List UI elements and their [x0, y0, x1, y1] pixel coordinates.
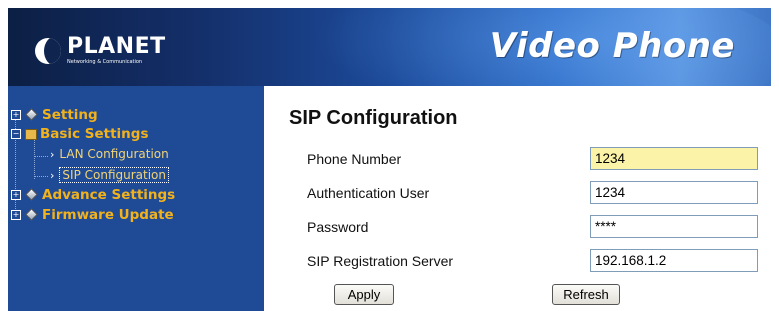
logo-text: PLANET Networking & Communication — [67, 36, 166, 65]
diamond-icon — [25, 209, 39, 221]
sidebar-subitem-label[interactable]: LAN Configuration — [59, 147, 168, 161]
expand-icon[interactable]: + — [11, 110, 21, 120]
diamond-icon — [25, 189, 39, 201]
expand-icon[interactable]: + — [11, 210, 21, 220]
authentication-user-input[interactable] — [590, 181, 758, 204]
open-book-icon — [25, 128, 37, 140]
sidebar-item-label[interactable]: Setting — [42, 107, 98, 123]
collapse-icon[interactable]: − — [11, 129, 21, 139]
password-input[interactable] — [590, 215, 758, 238]
sidebar-item-label[interactable]: Firmware Update — [42, 207, 174, 223]
header-banner: PLANET Networking & Communication Video … — [8, 8, 771, 86]
sidebar-item-sip-configuration[interactable]: › SIP Configuration — [50, 167, 169, 183]
brand-tagline: Networking & Communication — [67, 59, 143, 65]
product-title: Video Phone — [489, 26, 735, 66]
sidebar-item-basic-settings[interactable]: − Basic Settings — [11, 126, 149, 142]
diamond-icon — [25, 109, 39, 121]
tree-line — [34, 156, 48, 157]
phone-number-label: Phone Number — [307, 151, 402, 167]
sidebar-item-advance-settings[interactable]: + Advance Settings — [11, 187, 175, 203]
refresh-button[interactable]: Refresh — [552, 284, 620, 305]
sidebar-item-setting[interactable]: + Setting — [11, 107, 98, 123]
password-label: Password — [307, 219, 369, 235]
sip-registration-server-input[interactable] — [590, 249, 758, 272]
main-content: SIP Configuration Phone Number Authentic… — [264, 86, 779, 311]
chevron-right-icon: › — [50, 147, 55, 161]
sidebar-nav: + Setting − Basic Settings › LAN Configu… — [8, 86, 264, 311]
brand-name: PLANET — [67, 34, 166, 59]
planet-logo: PLANET Networking & Communication — [35, 36, 166, 65]
sidebar-item-label[interactable]: Advance Settings — [42, 187, 175, 203]
sip-registration-server-label: SIP Registration Server — [307, 253, 454, 269]
chevron-right-icon: › — [50, 168, 55, 182]
sidebar-item-lan-configuration[interactable]: › LAN Configuration — [50, 147, 169, 161]
authentication-user-label: Authentication User — [307, 185, 430, 201]
phone-number-input[interactable] — [590, 147, 758, 170]
tree-line — [34, 176, 48, 177]
sidebar-subitem-label[interactable]: SIP Configuration — [59, 167, 169, 183]
sidebar-item-firmware-update[interactable]: + Firmware Update — [11, 207, 174, 223]
apply-button[interactable]: Apply — [334, 284, 394, 305]
page-title: SIP Configuration — [289, 107, 458, 129]
expand-icon[interactable]: + — [11, 190, 21, 200]
sidebar-item-label[interactable]: Basic Settings — [40, 126, 149, 142]
planet-logo-icon — [35, 37, 61, 64]
